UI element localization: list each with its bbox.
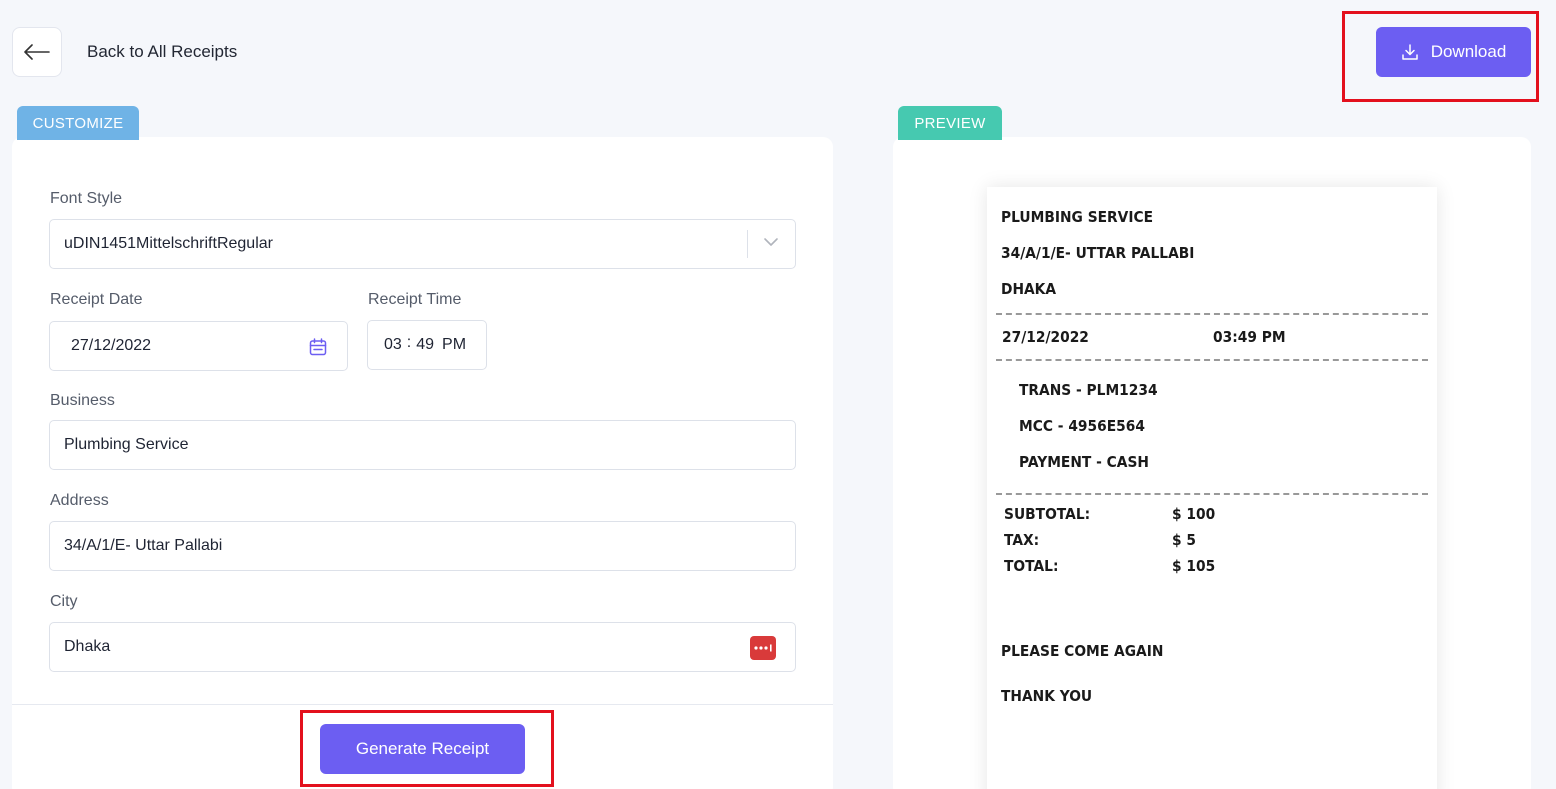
- receipt-divider: [996, 493, 1428, 495]
- city-value: Dhaka: [64, 638, 111, 655]
- receipt-footer-come-again: PLEASE COME AGAIN: [1001, 642, 1164, 660]
- receipt-time-label: Receipt Time: [368, 291, 462, 308]
- tab-customize[interactable]: CUSTOMIZE: [17, 106, 139, 140]
- receipt-divider: [996, 313, 1428, 315]
- address-value: 34/A/1/E- Uttar Pallabi: [64, 537, 223, 554]
- receipt-footer-thank-you: THANK YOU: [1001, 687, 1093, 705]
- receipt-date: 27/12/2022: [1002, 328, 1089, 346]
- download-icon: [1401, 44, 1418, 60]
- receipt-city: DHAKA: [1001, 280, 1057, 298]
- font-style-value: uDIN1451MittelschriftRegular: [64, 235, 273, 252]
- receipt-preview: PLUMBING SERVICE 34/A/1/E- UTTAR PALLABI…: [987, 187, 1437, 789]
- receipt-total-label: TOTAL:: [1004, 557, 1059, 575]
- receipt-date-input[interactable]: 27/12/2022: [49, 321, 348, 371]
- receipt-total-value: $ 105: [1172, 557, 1216, 575]
- receipt-payment: PAYMENT - CASH: [1019, 453, 1149, 471]
- download-label: Download: [1430, 42, 1507, 61]
- receipt-date-label: Receipt Date: [50, 291, 143, 308]
- arrow-left-icon: [24, 44, 50, 60]
- address-label: Address: [50, 492, 109, 509]
- font-style-label: Font Style: [50, 190, 123, 207]
- receipt-divider: [996, 359, 1428, 361]
- receipt-trans: TRANS - PLM1234: [1019, 381, 1158, 399]
- time-separator: :: [406, 334, 412, 351]
- city-input[interactable]: Dhaka: [49, 622, 796, 672]
- font-style-select[interactable]: uDIN1451MittelschriftRegular: [49, 219, 796, 269]
- receipt-date-value: 27/12/2022: [71, 337, 152, 354]
- generate-receipt-button[interactable]: Generate Receipt: [320, 724, 525, 774]
- select-divider: [747, 230, 748, 258]
- chevron-down-icon: [764, 238, 778, 246]
- tab-preview[interactable]: PREVIEW: [898, 106, 1002, 140]
- city-label: City: [50, 593, 78, 610]
- form-divider: [12, 704, 833, 705]
- download-button[interactable]: Download: [1376, 27, 1531, 77]
- password-manager-icon[interactable]: [750, 636, 776, 660]
- time-ampm[interactable]: PM: [434, 336, 466, 354]
- receipt-time: 03:49 PM: [1213, 328, 1286, 346]
- receipt-address: 34/A/1/E- UTTAR PALLABI: [1001, 244, 1195, 262]
- address-input[interactable]: 34/A/1/E- Uttar Pallabi: [49, 521, 796, 571]
- receipt-tax-label: TAX:: [1004, 531, 1040, 549]
- business-value: Plumbing Service: [64, 436, 189, 453]
- business-label: Business: [50, 392, 115, 409]
- receipt-subtotal-label: SUBTOTAL:: [1004, 505, 1091, 523]
- time-hour[interactable]: 03: [368, 336, 402, 354]
- receipt-tax-value: $ 5: [1172, 531, 1197, 549]
- receipt-subtotal-value: $ 100: [1172, 505, 1216, 523]
- back-to-receipts-link[interactable]: Back to All Receipts: [87, 42, 237, 62]
- back-button[interactable]: [12, 27, 62, 77]
- receipt-mcc: MCC - 4956E564: [1019, 417, 1145, 435]
- receipt-time-input[interactable]: 03 : 49 PM: [367, 320, 487, 370]
- time-minute[interactable]: 49: [416, 336, 434, 354]
- calendar-icon[interactable]: [309, 338, 327, 356]
- receipt-business: PLUMBING SERVICE: [1001, 208, 1154, 226]
- business-input[interactable]: Plumbing Service: [49, 420, 796, 470]
